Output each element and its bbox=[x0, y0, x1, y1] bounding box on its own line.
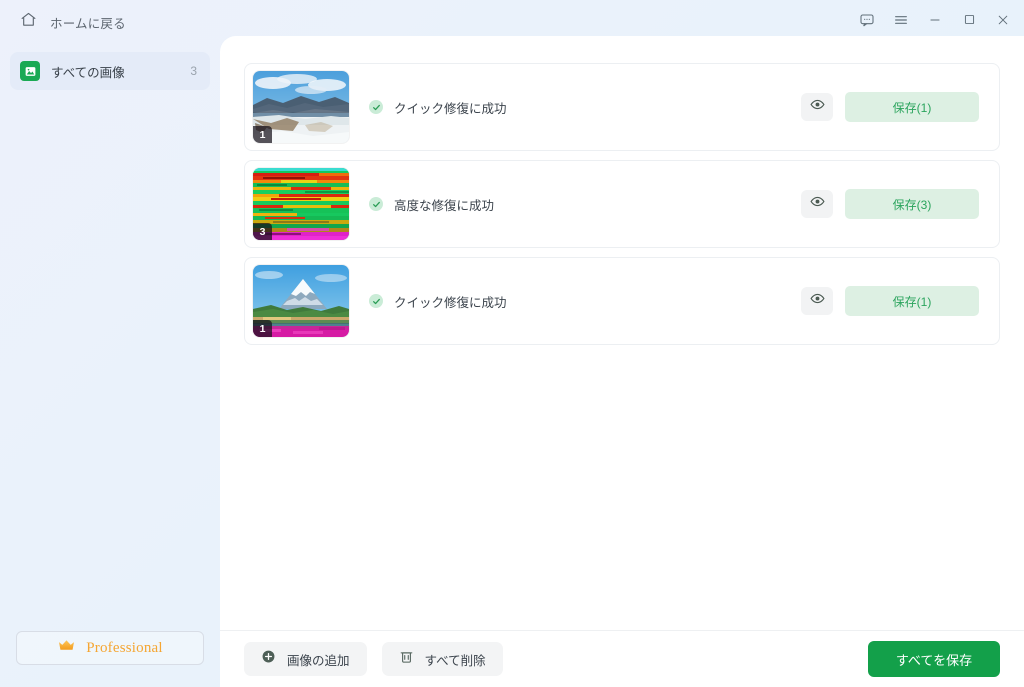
status-label: クイック修復に成功 bbox=[394, 101, 507, 116]
row-status: クイック修復に成功 bbox=[369, 292, 801, 311]
professional-label: Professional bbox=[86, 639, 163, 656]
row-actions: 保存(3) bbox=[801, 189, 979, 219]
minimize-button[interactable] bbox=[918, 7, 952, 37]
close-icon bbox=[996, 13, 1010, 32]
save-button[interactable]: 保存(1) bbox=[845, 286, 979, 316]
menu-button[interactable] bbox=[884, 7, 918, 37]
back-to-home-button[interactable]: ホームに戻る bbox=[12, 6, 134, 38]
feedback-button[interactable] bbox=[850, 7, 884, 37]
trash-icon bbox=[399, 649, 414, 669]
sidebar: すべての画像 3 Professional bbox=[0, 44, 220, 687]
main-panel: 1 クイック修復に成功 保存(1) 3 高度な修復に成功 保存(3) 1 クイッ… bbox=[220, 36, 1024, 687]
eye-icon bbox=[809, 97, 825, 117]
close-button[interactable] bbox=[986, 7, 1020, 37]
sidebar-nav-list: すべての画像 3 bbox=[0, 44, 220, 90]
thumbnail-badge: 1 bbox=[253, 126, 272, 143]
minimize-icon bbox=[928, 13, 942, 32]
eye-icon bbox=[809, 194, 825, 214]
thumbnail-badge: 3 bbox=[253, 223, 272, 240]
home-icon bbox=[20, 11, 37, 33]
sidebar-item-label: すべての画像 bbox=[51, 65, 125, 80]
check-circle-icon bbox=[369, 294, 383, 308]
add-image-label: 画像の追加 bbox=[287, 653, 350, 668]
sidebar-footer: Professional bbox=[0, 631, 220, 687]
delete-all-label: すべて削除 bbox=[424, 653, 486, 668]
status-label: 高度な修復に成功 bbox=[394, 198, 495, 213]
thumbnail[interactable]: 3 bbox=[253, 168, 349, 240]
check-circle-icon bbox=[369, 100, 383, 114]
save-button[interactable]: 保存(3) bbox=[845, 189, 979, 219]
row-status: 高度な修復に成功 bbox=[369, 195, 801, 214]
thumbnail-badge: 1 bbox=[253, 320, 272, 337]
status-label: クイック修復に成功 bbox=[394, 295, 507, 310]
feedback-icon bbox=[859, 12, 875, 33]
thumbnail[interactable]: 1 bbox=[253, 265, 349, 337]
app-window: ホームに戻る すべての画像 3 Professional 1 クイック修復に成功… bbox=[0, 0, 1024, 687]
row-actions: 保存(1) bbox=[801, 92, 979, 122]
window-controls bbox=[850, 0, 1020, 44]
maximize-button[interactable] bbox=[952, 7, 986, 37]
preview-button[interactable] bbox=[801, 287, 833, 315]
row-status: クイック修復に成功 bbox=[369, 98, 801, 117]
thumbnail[interactable]: 1 bbox=[253, 71, 349, 143]
crown-icon bbox=[57, 638, 76, 658]
save-button[interactable]: 保存(1) bbox=[845, 92, 979, 122]
image-icon bbox=[20, 61, 40, 81]
image-list: 1 クイック修復に成功 保存(1) 3 高度な修復に成功 保存(3) 1 クイッ… bbox=[220, 36, 1024, 630]
sidebar-item-count: 3 bbox=[190, 64, 197, 78]
plus-circle-icon bbox=[261, 649, 276, 669]
menu-icon bbox=[893, 12, 909, 33]
save-all-button[interactable]: すべてを保存 bbox=[868, 641, 1000, 677]
maximize-icon bbox=[963, 13, 976, 31]
eye-icon bbox=[809, 291, 825, 311]
table-row[interactable]: 1 クイック修復に成功 保存(1) bbox=[244, 257, 1000, 345]
add-image-button[interactable]: 画像の追加 bbox=[244, 642, 367, 676]
preview-button[interactable] bbox=[801, 93, 833, 121]
title-bar: ホームに戻る bbox=[0, 0, 1024, 44]
preview-button[interactable] bbox=[801, 190, 833, 218]
back-to-home-label: ホームに戻る bbox=[50, 16, 126, 31]
delete-all-button[interactable]: すべて削除 bbox=[381, 642, 503, 676]
table-row[interactable]: 1 クイック修復に成功 保存(1) bbox=[244, 63, 1000, 151]
sidebar-item-all-images[interactable]: すべての画像 3 bbox=[10, 52, 210, 90]
check-circle-icon bbox=[369, 197, 383, 211]
table-row[interactable]: 3 高度な修復に成功 保存(3) bbox=[244, 160, 1000, 248]
footer-toolbar: 画像の追加 すべて削除 すべてを保存 bbox=[220, 630, 1024, 687]
row-actions: 保存(1) bbox=[801, 286, 979, 316]
professional-upgrade-button[interactable]: Professional bbox=[16, 631, 204, 665]
